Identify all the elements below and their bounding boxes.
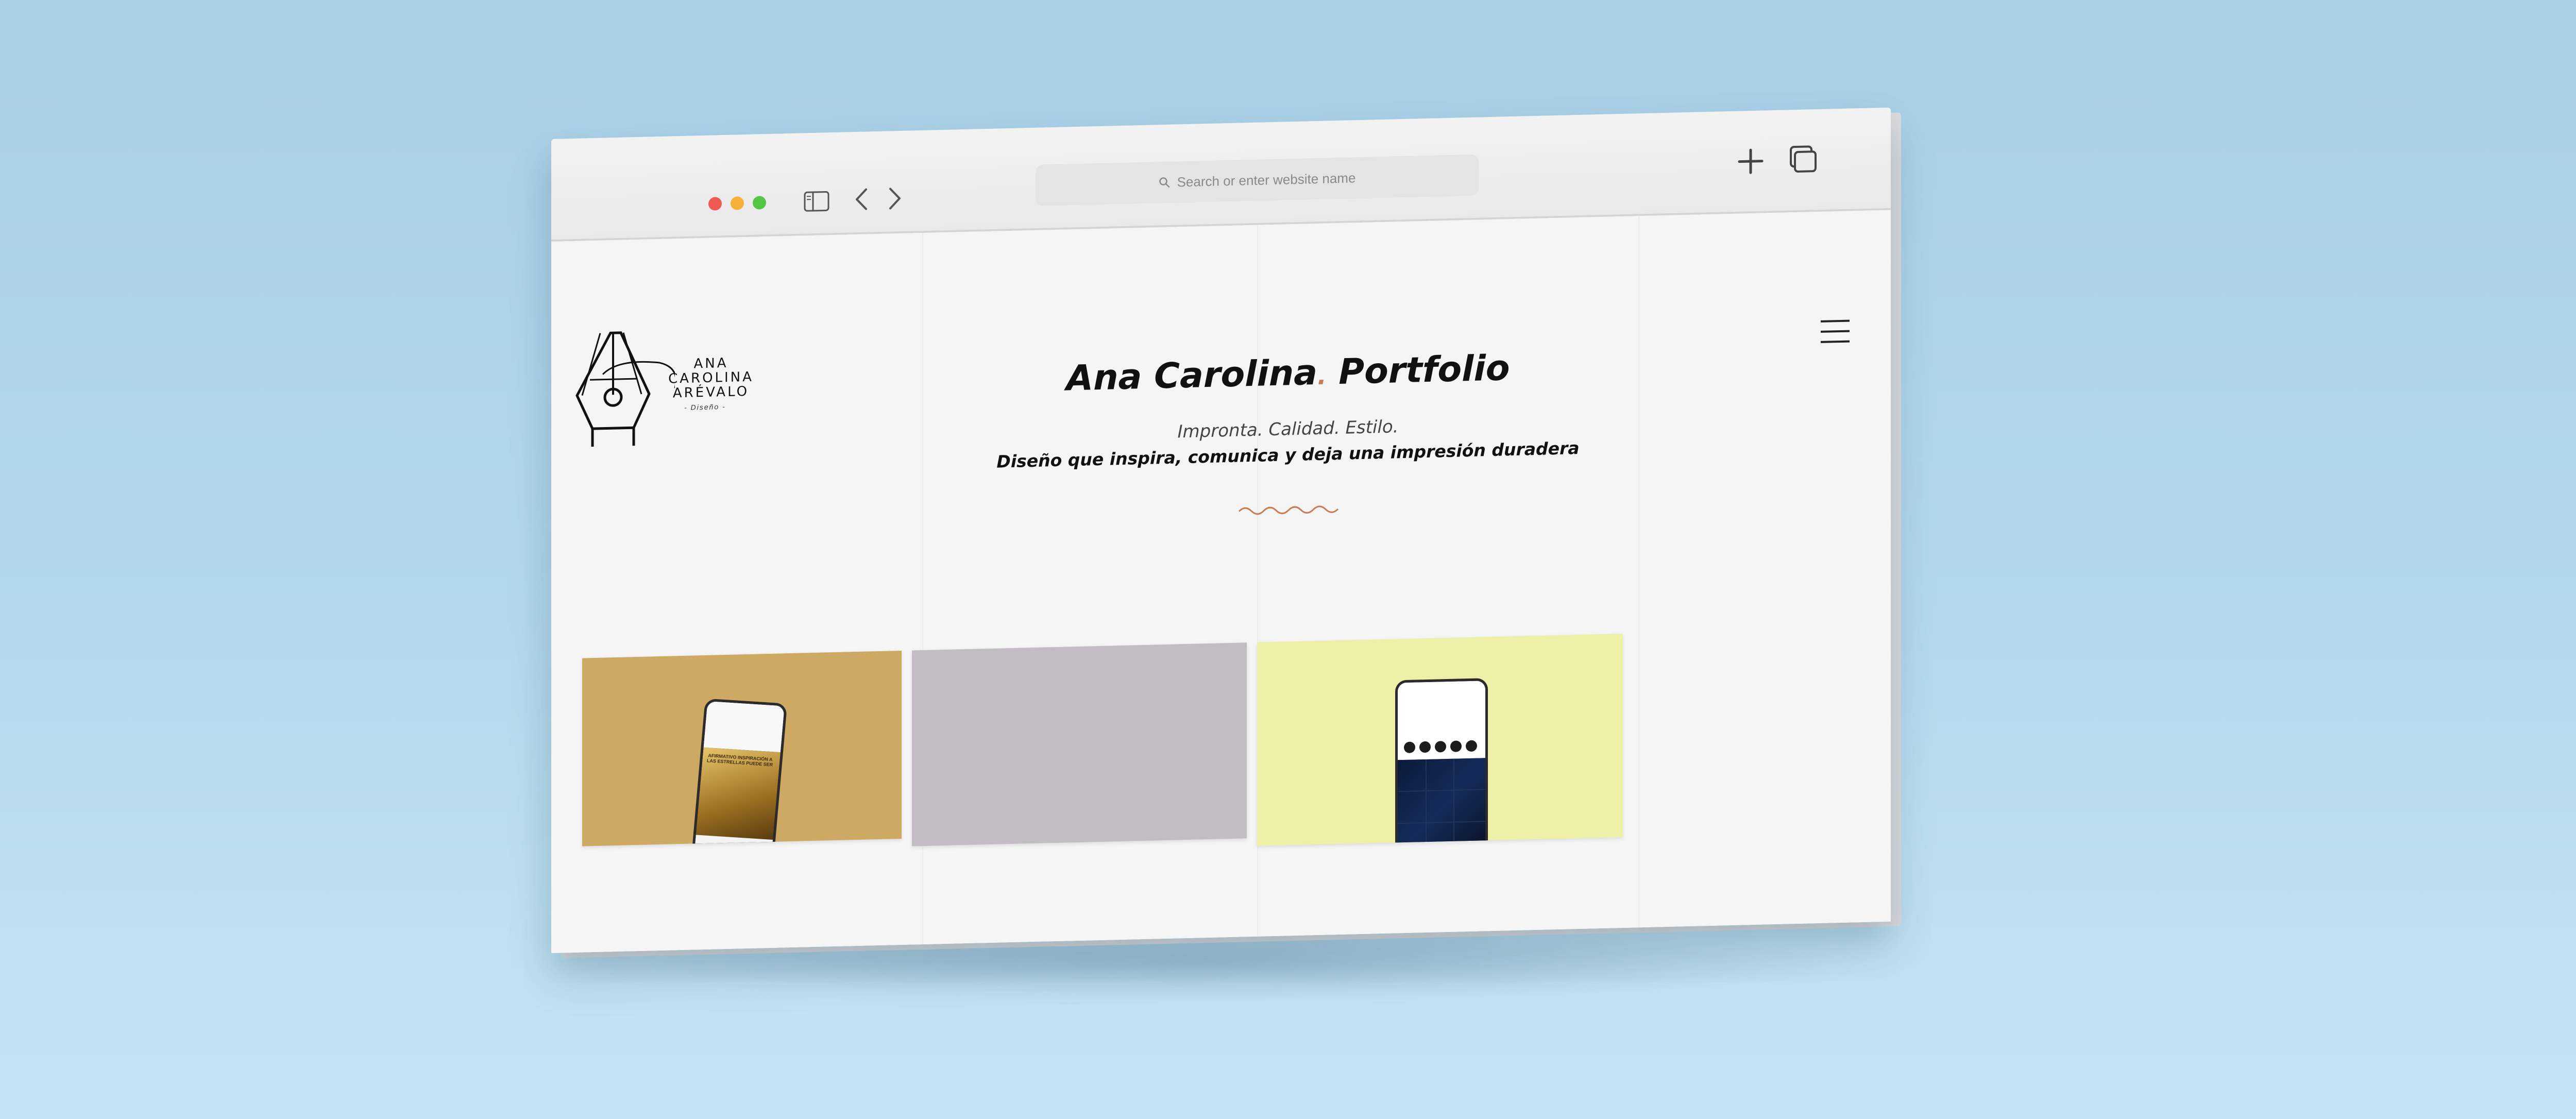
- page-title: Ana Carolina. Portfolio: [953, 345, 1623, 402]
- back-arrow-icon[interactable]: [853, 187, 870, 211]
- phone-mockup: [1395, 678, 1488, 846]
- minimize-window-button[interactable]: [731, 196, 744, 210]
- tabs-overview-icon[interactable]: [1788, 144, 1818, 175]
- phone-screen-header: [703, 701, 785, 753]
- feed-grid-line: [1426, 759, 1427, 846]
- close-window-button[interactable]: [708, 197, 722, 211]
- portfolio-card[interactable]: AFIRMATIVO INSPIRACIÓN A LAS ESTRELLAS P…: [582, 650, 902, 846]
- logo-line-3: ARÉVALO: [672, 383, 750, 401]
- title-portfolio: Portfolio: [1326, 348, 1510, 393]
- address-bar[interactable]: Search or enter website name: [1036, 154, 1479, 206]
- address-placeholder: Search or enter website name: [1177, 169, 1356, 190]
- column-divider: [1638, 216, 1639, 928]
- maximize-window-button[interactable]: [753, 196, 766, 210]
- phone-mockup: AFIRMATIVO INSPIRACIÓN A LAS ESTRELLAS P…: [691, 698, 788, 846]
- hamburger-menu-icon[interactable]: [1819, 317, 1852, 347]
- feed-grid-line: [1453, 758, 1454, 846]
- portfolio-card[interactable]: [912, 642, 1247, 846]
- forward-arrow-icon[interactable]: [886, 186, 904, 211]
- portfolio-card[interactable]: [1257, 633, 1623, 846]
- sidebar-icon[interactable]: [804, 191, 829, 212]
- wave-divider-icon: [1238, 505, 1339, 515]
- browser-window: Search or enter website name ANA CAROLIN…: [551, 107, 1891, 954]
- title-accent-dot: .: [1317, 362, 1327, 390]
- title-name: Ana Carolina: [1066, 352, 1318, 399]
- web-page: ANA CAROLINA ARÉVALO - Diseño - Ana Caro…: [551, 210, 1891, 954]
- desktop-background: Search or enter website name ANA CAROLIN…: [0, 0, 2576, 1119]
- search-icon: [1159, 177, 1170, 188]
- phone-screen-feed: [1398, 758, 1485, 846]
- new-tab-plus-icon[interactable]: [1736, 146, 1765, 176]
- logo-subtitle: - Diseño -: [684, 402, 726, 412]
- site-logo[interactable]: ANA CAROLINA ARÉVALO - Diseño -: [572, 313, 788, 452]
